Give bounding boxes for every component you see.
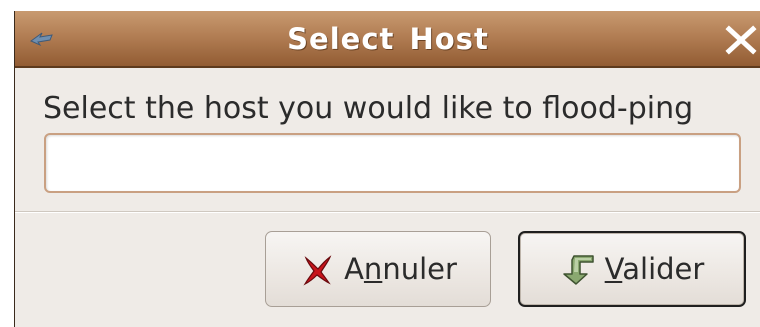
ok-label: Valider: [604, 252, 705, 286]
cancel-button[interactable]: Annuler: [265, 231, 491, 307]
title-bar[interactable]: Select Host: [15, 11, 760, 68]
host-input[interactable]: [44, 133, 741, 193]
cancel-label: Annuler: [344, 252, 457, 286]
red-x-icon: [303, 255, 332, 286]
green-arrow-icon: [562, 255, 594, 285]
separator: [15, 211, 760, 213]
select-host-dialog: Select Host Select the host you would li…: [14, 11, 760, 327]
ok-button[interactable]: Valider: [518, 231, 746, 307]
window-title: Select Host: [287, 22, 489, 56]
prompt-label: Select the host you would like to flood-…: [43, 91, 694, 126]
close-icon[interactable]: [721, 21, 760, 59]
